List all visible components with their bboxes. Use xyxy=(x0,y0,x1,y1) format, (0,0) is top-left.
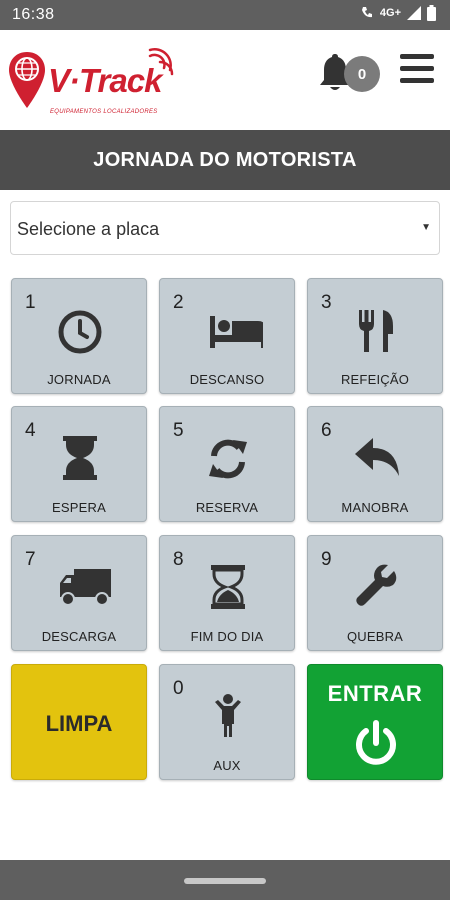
home-gesture-bar[interactable] xyxy=(184,878,266,884)
battery-icon xyxy=(427,5,436,21)
key-label: JORNADA xyxy=(47,372,111,387)
key-label: MANOBRA xyxy=(341,500,409,515)
wifi-calling-icon xyxy=(361,7,372,18)
page-title: JORNADA DO MOTORISTA xyxy=(0,130,450,190)
key-label: QUEBRA xyxy=(346,629,404,644)
key-label: DESCANSO xyxy=(189,372,265,387)
enter-button[interactable]: ENTRAR xyxy=(307,664,443,780)
truck-icon xyxy=(60,569,111,606)
key-number: 4 xyxy=(25,420,36,441)
dropdown-arrow-icon: ▼ xyxy=(421,222,431,233)
vtrack-logo[interactable]: V·Track EQUIPAMENTOS LOCALIZADORES xyxy=(8,46,178,136)
key-number: 8 xyxy=(173,549,184,570)
key-8-fim-do-dia[interactable]: 8 FIM DO DIA xyxy=(159,535,295,651)
clock-icon xyxy=(58,310,102,354)
notification-badge: 0 xyxy=(344,56,380,92)
network-type: 4G+ xyxy=(379,7,401,19)
key-number: 9 xyxy=(321,549,332,570)
signal-waves-icon xyxy=(148,48,174,76)
key-label: ESPERA xyxy=(52,500,106,515)
power-icon xyxy=(356,720,396,765)
clear-button[interactable]: LIMPA xyxy=(11,664,147,780)
menu-button[interactable] xyxy=(398,52,436,86)
key-number: 3 xyxy=(321,292,332,313)
child-icon xyxy=(215,694,241,737)
key-7-descarga[interactable]: 7 DESCARGA xyxy=(11,535,147,651)
key-number: 1 xyxy=(25,292,36,313)
key-4-espera[interactable]: 4 ESPERA xyxy=(11,406,147,522)
logo-tagline: EQUIPAMENTOS LOCALIZADORES xyxy=(50,109,158,115)
key-label: FIM DO DIA xyxy=(190,629,264,644)
app-header: V·Track EQUIPAMENTOS LOCALIZADORES 0 xyxy=(0,30,450,130)
refresh-icon xyxy=(209,439,247,479)
reply-arrow-icon xyxy=(355,438,399,476)
status-time: 16:38 xyxy=(12,6,55,23)
key-label: DESCARGA xyxy=(41,629,117,644)
wrench-icon xyxy=(356,564,397,606)
key-9-quebra[interactable]: 9 QUEBRA xyxy=(307,535,443,651)
signal-icon xyxy=(407,6,421,20)
key-5-reserva[interactable]: 5 RESERVA xyxy=(159,406,295,522)
key-number: 5 xyxy=(173,420,184,441)
bed-icon xyxy=(210,316,263,348)
notifications-button[interactable]: 0 xyxy=(318,50,382,98)
key-3-refeicao[interactable]: 3 REFEIÇÃO xyxy=(307,278,443,394)
key-6-manobra[interactable]: 6 MANOBRA xyxy=(307,406,443,522)
plate-select[interactable]: Selecione a placa ▼ xyxy=(10,201,440,255)
clear-button-label: LIMPA xyxy=(45,711,113,736)
key-0-aux[interactable]: 0 AUX xyxy=(159,664,295,780)
system-nav-bar xyxy=(0,860,450,900)
location-pin-globe-icon xyxy=(9,52,45,108)
utensils-icon xyxy=(359,310,393,352)
status-bar: 16:38 4G+ xyxy=(0,0,450,30)
key-label: REFEIÇÃO xyxy=(340,372,410,387)
key-label: RESERVA xyxy=(195,500,259,515)
key-number: 0 xyxy=(173,678,184,699)
key-1-jornada[interactable]: 1 JORNADA xyxy=(11,278,147,394)
key-number: 7 xyxy=(25,549,36,570)
enter-button-label: ENTRAR xyxy=(327,681,423,706)
hourglass-end-icon xyxy=(211,565,245,609)
key-number: 2 xyxy=(173,292,184,313)
plate-select-value: Selecione a placa xyxy=(17,219,160,239)
status-icons: 4G+ xyxy=(360,5,436,21)
key-label: AUX xyxy=(213,758,241,773)
key-2-descanso[interactable]: 2 DESCANSO xyxy=(159,278,295,394)
hourglass-icon xyxy=(63,436,97,480)
key-number: 6 xyxy=(321,420,332,441)
